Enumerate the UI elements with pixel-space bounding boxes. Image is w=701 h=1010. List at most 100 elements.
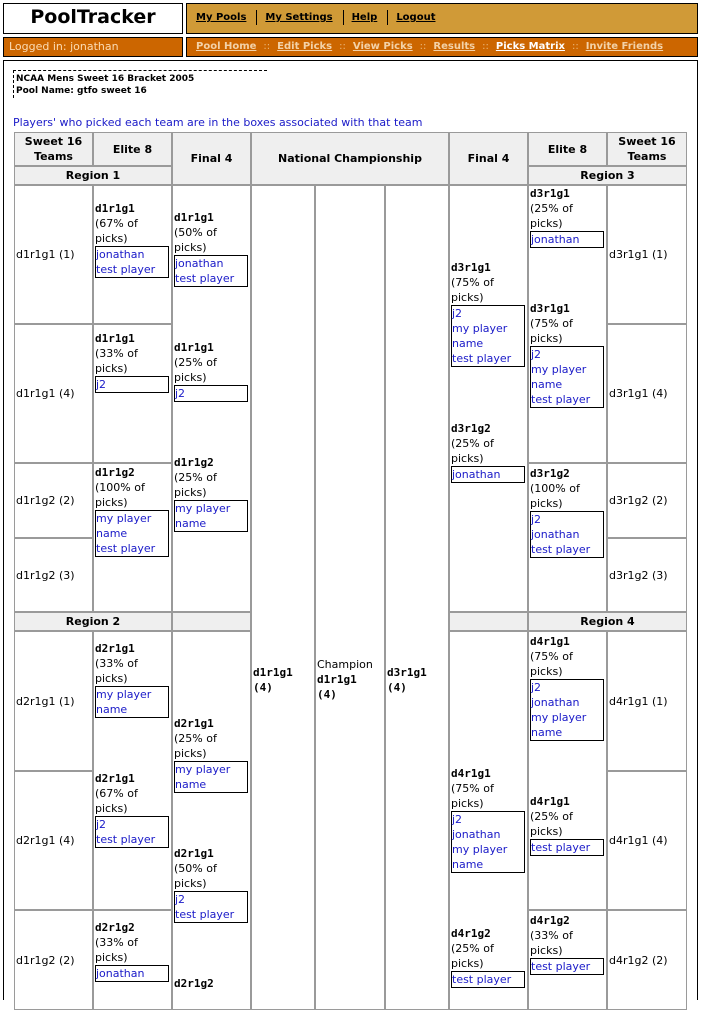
player-link[interactable]: test player bbox=[175, 271, 247, 286]
finalist-count: (4) bbox=[253, 681, 273, 694]
final4-pick: d1r1g2 (25% of picks) my player name bbox=[174, 455, 250, 532]
final4-pick: d1r1g1 (25% of picks) j2 bbox=[174, 340, 250, 402]
pick-percentage: (67% of picks) bbox=[95, 787, 138, 815]
player-link[interactable]: j2 bbox=[96, 377, 168, 392]
pick-percentage: (33% of picks) bbox=[95, 347, 138, 375]
subnav-invite-friends[interactable]: Invite Friends bbox=[586, 41, 663, 52]
player-link[interactable]: jonathan bbox=[96, 247, 168, 262]
instructions: Players' who picked each team are in the… bbox=[13, 116, 423, 129]
logged-in-status: Logged in: jonathan bbox=[3, 37, 183, 57]
team-cell: d4r1g2 (2) bbox=[607, 910, 687, 1010]
pick-percentage: (100% of picks) bbox=[530, 482, 580, 510]
nav-help[interactable]: Help bbox=[352, 12, 378, 23]
player-link[interactable]: test player bbox=[452, 972, 524, 987]
player-link[interactable]: my player name bbox=[175, 762, 247, 792]
player-link[interactable]: my player name bbox=[96, 511, 168, 541]
elite8-pick: d3r1g2 (100% of picks) j2 jonathan test play… bbox=[530, 466, 606, 558]
final4-pick: d1r1g1 (50% of picks) jonathan test player bbox=[174, 210, 250, 287]
subnav-separator: :: bbox=[571, 41, 579, 52]
pick-percentage: (50% of picks) bbox=[174, 226, 217, 254]
team-cell: d4r1g1 (1) bbox=[607, 631, 687, 771]
player-link[interactable]: test player bbox=[96, 832, 168, 847]
player-link[interactable]: j2 bbox=[175, 892, 247, 907]
subnav-results[interactable]: Results bbox=[433, 41, 475, 52]
player-link[interactable]: j2 bbox=[531, 512, 603, 527]
elite8-pick: d1r1g2 (100% of picks) my player name test … bbox=[95, 465, 171, 557]
nav-my-settings[interactable]: My Settings bbox=[265, 12, 332, 23]
final4-cell bbox=[449, 185, 528, 612]
header-national-championship: National Championship bbox=[251, 132, 449, 185]
pick-team: d3r1g1 bbox=[530, 187, 570, 200]
player-link[interactable]: j2 bbox=[175, 386, 247, 401]
subnav-separator: :: bbox=[419, 41, 427, 52]
player-link[interactable]: jonathan bbox=[175, 256, 247, 271]
players-box: my player name bbox=[95, 686, 169, 718]
pick-percentage: (33% of picks) bbox=[530, 929, 573, 957]
player-link[interactable]: jonathan bbox=[531, 695, 603, 710]
nav-my-pools[interactable]: My Pools bbox=[196, 12, 246, 23]
champion-count: (4) bbox=[317, 688, 337, 701]
player-link[interactable]: my player name bbox=[531, 710, 603, 740]
team-cell: d1r1g1 (1) bbox=[14, 185, 93, 324]
players-box: j2 jonathan my player name bbox=[530, 679, 604, 741]
subnav-separator: :: bbox=[482, 41, 489, 52]
pick-percentage: (75% of picks) bbox=[451, 782, 494, 810]
top-nav: My Pools My Settings Help Logout bbox=[186, 3, 698, 34]
header-sweet16-right: Sweet 16 Teams bbox=[607, 132, 687, 166]
final4-pick: d4r1g2 (25% of picks) test player bbox=[451, 926, 527, 988]
team-cell: d3r1g1 (1) bbox=[607, 185, 687, 324]
subnav-edit-picks[interactable]: Edit Picks bbox=[277, 41, 332, 52]
pick-team: d3r1g2 bbox=[451, 422, 491, 435]
player-link[interactable]: jonathan bbox=[96, 966, 168, 981]
player-link[interactable]: j2 bbox=[452, 306, 524, 321]
pick-team: d1r1g2 bbox=[174, 456, 214, 469]
player-link[interactable]: jonathan bbox=[531, 527, 603, 542]
player-link[interactable]: jonathan bbox=[452, 467, 524, 482]
pick-percentage: (25% of picks) bbox=[174, 732, 217, 760]
pick-team: d3r1g1 bbox=[530, 302, 570, 315]
player-link[interactable]: jonathan bbox=[452, 827, 524, 842]
player-link[interactable]: j2 bbox=[531, 347, 603, 362]
player-link[interactable]: test player bbox=[531, 840, 603, 855]
nav-logout[interactable]: Logout bbox=[396, 12, 435, 23]
player-link[interactable]: test player bbox=[96, 262, 168, 277]
player-link[interactable]: my player name bbox=[452, 321, 524, 351]
player-link[interactable]: test player bbox=[452, 351, 524, 366]
player-link[interactable]: my player name bbox=[175, 501, 247, 531]
pick-percentage: (25% of picks) bbox=[530, 202, 573, 230]
player-link[interactable]: test player bbox=[531, 392, 603, 407]
players-box: jonathan bbox=[451, 466, 525, 483]
pick-percentage: (25% of picks) bbox=[174, 356, 217, 384]
final4-pick: d2r1g1 (50% of picks) j2 test player bbox=[174, 846, 250, 923]
region-4-spacer bbox=[449, 612, 528, 631]
player-link[interactable]: test player bbox=[175, 907, 247, 922]
elite8-pick: d4r1g1 (75% of picks) j2 jonathan my player … bbox=[530, 634, 606, 741]
header-final4-right: Final 4 bbox=[449, 132, 528, 185]
pick-percentage: (100% of picks) bbox=[95, 481, 145, 509]
player-link[interactable]: my player name bbox=[531, 362, 603, 392]
region-2-spacer bbox=[172, 612, 251, 631]
pick-team: d1r1g2 bbox=[95, 466, 135, 479]
player-link[interactable]: jonathan bbox=[531, 232, 603, 247]
player-link[interactable]: test player bbox=[531, 959, 603, 974]
players-box: j2 jonathan my player name bbox=[451, 811, 525, 873]
pick-team: d4r1g2 bbox=[451, 927, 491, 940]
players-box: j2 bbox=[174, 385, 248, 402]
final4-pick: d2r1g2 bbox=[174, 976, 250, 991]
player-link[interactable]: my player name bbox=[452, 842, 524, 872]
player-link[interactable]: test player bbox=[96, 541, 168, 556]
subnav-separator: :: bbox=[263, 41, 271, 52]
player-link[interactable]: j2 bbox=[531, 680, 603, 695]
players-box: jonathan test player bbox=[95, 246, 169, 278]
pick-percentage: (50% of picks) bbox=[174, 862, 217, 890]
subnav-picks-matrix[interactable]: Picks Matrix bbox=[496, 41, 565, 52]
player-link[interactable]: my player name bbox=[96, 687, 168, 717]
subnav-pool-home[interactable]: Pool Home bbox=[196, 41, 256, 52]
player-link[interactable]: j2 bbox=[96, 817, 168, 832]
pick-percentage: (75% of picks) bbox=[451, 276, 494, 304]
subnav-view-picks[interactable]: View Picks bbox=[353, 41, 413, 52]
player-link[interactable]: j2 bbox=[452, 812, 524, 827]
subnav-separator: :: bbox=[339, 41, 346, 52]
player-link[interactable]: test player bbox=[531, 542, 603, 557]
header-sweet16-left: Sweet 16 Teams bbox=[14, 132, 93, 166]
